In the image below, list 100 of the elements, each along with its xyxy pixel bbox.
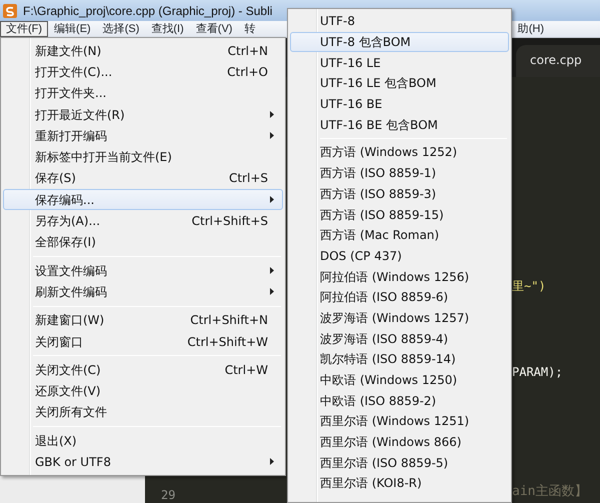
menu-item-label: 还原文件(V)	[35, 383, 101, 400]
menu-item[interactable]: 重新打开编码	[3, 125, 283, 146]
menu-item-label: 中欧语 (Windows 1250)	[320, 372, 458, 390]
menu-item-label: 中欧语 (ISO 8859-2)	[320, 392, 436, 410]
menu-item[interactable]: DOS (CP 437)	[290, 246, 509, 266]
menu-item-label: UTF-8	[320, 13, 355, 30]
menu-item-label: 西方语 (Mac Roman)	[320, 227, 440, 244]
menu-item[interactable]: 关闭窗口 Ctrl+Shift+W	[3, 330, 283, 352]
menu-item[interactable]: UTF-8 包含BOM	[290, 32, 509, 52]
menu-item[interactable]: 凯尔特语 (ISO 8859-14)	[290, 349, 509, 370]
line-number: 29	[161, 487, 176, 503]
menu-item-label: GBK or UTF8	[35, 454, 111, 471]
menu-item[interactable]: 保存(S) Ctrl+S	[3, 168, 283, 190]
menu-item[interactable]: 西方语 (ISO 8859-1)	[290, 162, 509, 184]
shortcut-label: Ctrl+W	[224, 362, 268, 379]
menu-item[interactable]: 中欧语 (Windows 1250)	[290, 370, 509, 390]
menu-item-label: 西方语 (ISO 8859-1)	[320, 165, 436, 182]
window-title: F:\Graphic_proj\core.cpp (Graphic_proj) - Subli	[23, 2, 272, 20]
menu-bar-item[interactable]: 助(H)	[512, 21, 550, 37]
menu-item-label: UTF-16 BE	[320, 96, 382, 114]
menu-item-label: 新建窗口(W)	[35, 312, 104, 330]
menu-item-label: 西里尔语 (KOI8-R)	[320, 475, 422, 492]
shortcut-label: Ctrl+N	[228, 42, 268, 60]
menu-item[interactable]: UTF-16 BE 包含BOM	[290, 114, 509, 136]
menu-item-label: 西里尔语 (Windows 866)	[320, 434, 462, 452]
menu-item-label: 西方语 (ISO 8859-3)	[320, 186, 436, 203]
menu-item[interactable]: 阿拉伯语 (Windows 1256)	[290, 266, 509, 287]
menu-item-label: UTF-16 LE	[320, 54, 381, 72]
menu-item[interactable]: 西方语 (Windows 1252)	[290, 142, 509, 163]
menu-item-label: 西方语 (Windows 1252)	[320, 144, 458, 162]
menu-item[interactable]: 保存编码...	[3, 189, 283, 210]
menu-item-label: UTF-8 包含BOM	[320, 34, 411, 52]
menu-item[interactable]: 西方语 (Mac Roman)	[290, 224, 509, 246]
menu-item-label: 西里尔语 (ISO 8859-5)	[320, 454, 448, 472]
menu-item-label: 波罗海语 (ISO 8859-4)	[320, 330, 448, 348]
menu-item-label: 刷新文件编码	[35, 284, 107, 301]
menu-item-label: 设置文件编码	[35, 262, 107, 280]
menu-item-label: UTF-16 BE 包含BOM	[320, 116, 438, 134]
menu-bar-item[interactable]: 编辑(E)	[48, 21, 97, 37]
menu-item-label: 阿拉伯语 (ISO 8859-6)	[320, 289, 448, 306]
menu-item[interactable]: 西里尔语 (ISO 8859-5)	[290, 452, 509, 474]
menu-item-label: 保存(S)	[35, 170, 76, 188]
menu-item-label: 保存编码...	[35, 192, 94, 209]
menu-item[interactable]: 关闭所有文件	[3, 402, 283, 424]
menu-item[interactable]: 新建文件(N) Ctrl+N	[3, 40, 283, 62]
menu-item[interactable]: UTF-16 LE 包含BOM	[290, 73, 509, 94]
menu-item[interactable]: 西里尔语 (KOI8-R)	[290, 473, 509, 494]
menu-item[interactable]: 打开文件(C)... Ctrl+O	[3, 61, 283, 83]
menu-bar-item[interactable]: 选择(S)	[96, 21, 146, 37]
menu-item[interactable]: 波罗海语 (ISO 8859-4)	[290, 328, 509, 349]
menu-item-label: 关闭文件(C)	[35, 362, 101, 379]
menu-item[interactable]: 新标签中打开当前文件(E)	[3, 146, 283, 168]
menu-item-label: 凯尔特语 (ISO 8859-14)	[320, 351, 456, 368]
menu-item-label: 新建文件(N)	[35, 42, 102, 60]
menu-item[interactable]: 设置文件编码	[3, 260, 283, 282]
menu-item[interactable]: 新建窗口(W) Ctrl+Shift+N	[3, 310, 283, 331]
menu-item-label: 另存为(A)...	[35, 213, 100, 230]
menu-bar-item[interactable]: 查看(V)	[190, 21, 238, 37]
menu-item[interactable]: 西方语 (ISO 8859-15)	[290, 204, 509, 225]
app-icon	[3, 4, 17, 18]
menu-item-label: 关闭所有文件	[35, 404, 107, 422]
menu-item[interactable]: 波罗海语 (Windows 1257)	[290, 308, 509, 328]
menu-item[interactable]: 打开最近文件(R)	[3, 104, 283, 126]
menu-item[interactable]: 关闭文件(C) Ctrl+W	[3, 359, 283, 380]
menu-item[interactable]: 还原文件(V)	[3, 380, 283, 402]
menu-item[interactable]: 西方语 (ISO 8859-3)	[290, 184, 509, 204]
menu-item[interactable]: 打开文件夹...	[3, 82, 283, 104]
menu-item-label: DOS (CP 437)	[320, 248, 402, 265]
menu-bar-item[interactable]: 查找(I)	[145, 21, 190, 37]
shortcut-label: Ctrl+Shift+S	[192, 213, 268, 230]
menu-item-label: UTF-16 LE 包含BOM	[320, 75, 436, 92]
menu-item[interactable]: UTF-16 LE	[290, 52, 509, 74]
menu-item-label: 西方语 (ISO 8859-15)	[320, 206, 444, 224]
menu-item[interactable]: 阿拉伯语 (ISO 8859-6)	[290, 286, 509, 308]
menu-item[interactable]: 退出(X)	[3, 430, 283, 452]
menu-item[interactable]: 西里尔语 (Windows 866)	[290, 432, 509, 452]
menu-item[interactable]: 另存为(A)... Ctrl+Shift+S	[3, 210, 283, 232]
menu-item[interactable]: GBK or UTF8	[3, 451, 283, 473]
menu-item[interactable]: UTF-16 BE	[290, 94, 509, 114]
menu-item-label: 重新打开编码	[35, 128, 107, 145]
code-text: 里~")	[512, 278, 547, 294]
editor-tab[interactable]: core.cpp	[516, 45, 600, 77]
menu-item[interactable]: UTF-8	[290, 11, 509, 32]
code-text: PARAM);	[512, 364, 564, 380]
menu-bar-item[interactable]: 文件(F)	[0, 21, 48, 37]
menu-bar-item[interactable]: 转	[238, 21, 262, 37]
menu-item-label: 阿拉伯语 (Windows 1256)	[320, 268, 470, 286]
shortcut-label: Ctrl+S	[228, 170, 268, 188]
shortcut-label: Ctrl+Shift+N	[190, 312, 268, 330]
shortcut-label: Ctrl+O	[227, 64, 268, 81]
menu-item-label: 波罗海语 (Windows 1257)	[320, 310, 470, 327]
menu-item[interactable]: 刷新文件编码	[3, 281, 283, 303]
menu-item[interactable]: 西里尔语 (Windows 1251)	[290, 411, 509, 432]
menu-item[interactable]: 全部保存(I)	[3, 232, 283, 253]
code-text: ain主函数】	[512, 484, 588, 500]
menu-item-label: 全部保存(I)	[35, 234, 96, 252]
menu-item-label: 西里尔语 (Windows 1251)	[320, 413, 470, 430]
menu-item-label: 关闭窗口	[35, 334, 83, 350]
menu-item-label: 打开文件(C)...	[35, 64, 112, 81]
menu-item[interactable]: 中欧语 (ISO 8859-2)	[290, 390, 509, 412]
